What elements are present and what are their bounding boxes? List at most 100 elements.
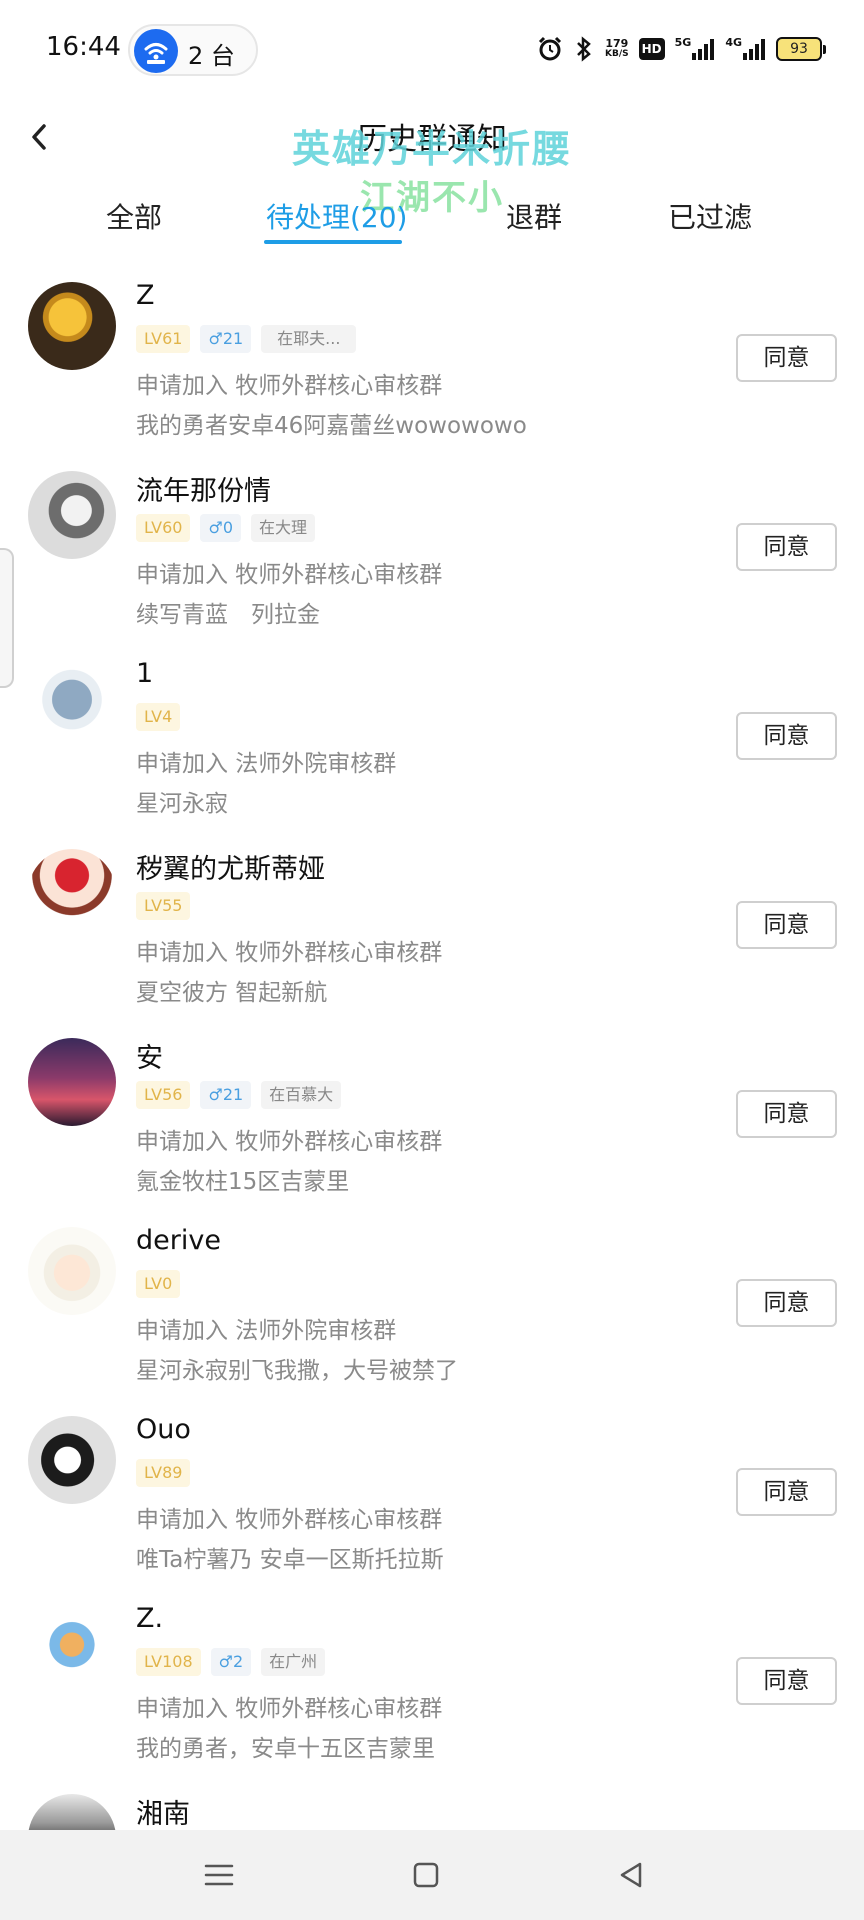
request-message: 唯Ta柠薯乃 安卓一区斯托拉斯 — [136, 1547, 444, 1573]
list-item: 秽翼的尤斯蒂娅 LV55 申请加入 牧师外群核心审核群 夏空彼方 智起新航 同意 — [0, 837, 864, 1026]
system-nav-bar — [0, 1830, 864, 1920]
location-badge: 在百慕大 — [261, 1081, 342, 1109]
request-text: 申请加入 牧师外群核心审核群 — [136, 373, 443, 399]
level-badge: LV108 — [136, 1648, 201, 1676]
request-message: 我的勇者，安卓十五区吉蒙里 — [136, 1736, 435, 1762]
list-item: Ouo LV89 申请加入 牧师外群核心审核群 唯Ta柠薯乃 安卓一区斯托拉斯 … — [0, 1404, 864, 1593]
net2-label: 4G — [725, 36, 742, 49]
agree-button[interactable]: 同意 — [736, 1468, 837, 1516]
request-message: 续写青蓝 列拉金 — [136, 602, 320, 628]
user-tags: LV4 — [136, 703, 181, 731]
avatar[interactable] — [28, 1038, 116, 1126]
user-name[interactable]: 流年那份情 — [136, 469, 271, 508]
agree-button[interactable]: 同意 — [736, 523, 837, 571]
level-badge: LV56 — [136, 1081, 191, 1109]
request-text: 申请加入 牧师外群核心审核群 — [136, 1696, 443, 1722]
list-item: 流年那份情 LV60 ♂0 在大理 申请加入 牧师外群核心审核群 续写青蓝 列拉… — [0, 459, 864, 648]
level-badge: LV61 — [136, 325, 191, 353]
gender-age-badge: ♂21 — [200, 1081, 252, 1109]
request-message: 星河永寂 — [136, 791, 228, 817]
alarm-icon — [537, 36, 563, 62]
location-badge: 在耶夫... — [261, 325, 357, 353]
hd-icon: HD — [638, 38, 665, 60]
avatar[interactable] — [28, 1227, 116, 1315]
user-name[interactable]: 秽翼的尤斯蒂娅 — [136, 847, 325, 886]
avatar[interactable] — [28, 849, 116, 937]
agree-button[interactable]: 同意 — [736, 1657, 837, 1705]
bluetooth-icon — [573, 36, 595, 62]
avatar[interactable] — [28, 471, 116, 559]
status-bar: 16:44 2 台 179 KB/S HD 5G 4G 93 — [0, 0, 864, 100]
list-item: Z LV61 ♂21 在耶夫... 申请加入 牧师外群核心审核群 我的勇者安卓4… — [0, 270, 864, 459]
home-icon — [413, 1862, 439, 1888]
level-badge: LV0 — [136, 1270, 181, 1298]
overlay-text-1: 英雄乃半米折腰 — [291, 127, 572, 171]
tab-pending[interactable]: 待处理(20) — [266, 196, 407, 236]
level-badge: LV4 — [136, 703, 181, 731]
location-badge: 在大理 — [251, 514, 316, 542]
hotspot-icon — [134, 29, 178, 73]
home-button[interactable] — [403, 1852, 449, 1898]
gender-age-badge: ♂0 — [200, 514, 241, 542]
user-name[interactable]: derive — [136, 1225, 221, 1256]
request-message: 氪金牧柱15区吉蒙里 — [136, 1169, 350, 1195]
user-name[interactable]: Ouo — [136, 1414, 191, 1445]
header: 历史群通知 英雄乃半米折腰 江湖不小 — [0, 100, 864, 218]
tab-all[interactable]: 全部 — [106, 196, 162, 236]
avatar[interactable] — [28, 1605, 116, 1693]
request-text: 申请加入 牧师外群核心审核群 — [136, 562, 443, 588]
user-name[interactable]: Z. — [136, 1603, 163, 1634]
signal-icon: 5G — [675, 36, 716, 62]
menu-button[interactable] — [196, 1852, 242, 1898]
list-item: Z. LV108 ♂2 在广州 申请加入 牧师外群核心审核群 我的勇者，安卓十五… — [0, 1593, 864, 1782]
user-name[interactable]: 湘南 — [136, 1792, 190, 1831]
request-text: 申请加入 牧师外群核心审核群 — [136, 1129, 443, 1155]
avatar[interactable] — [28, 282, 116, 370]
agree-button[interactable]: 同意 — [736, 1279, 837, 1327]
triangle-back-icon — [620, 1862, 642, 1888]
user-tags: LV56 ♂21 在百慕大 — [136, 1081, 342, 1109]
user-tags: LV108 ♂2 在广州 — [136, 1648, 326, 1676]
request-message: 我的勇者安卓46阿嘉蕾丝wowowowo — [136, 413, 527, 439]
agree-button[interactable]: 同意 — [736, 712, 837, 760]
level-badge: LV89 — [136, 1459, 191, 1487]
hotspot-indicator[interactable]: 2 台 — [128, 24, 258, 76]
net1-label: 5G — [674, 36, 692, 49]
user-name[interactable]: 1 — [136, 658, 153, 689]
location-badge: 在广州 — [261, 1648, 326, 1676]
tab-bar: 全部 待处理(20) 退群 已过滤 — [0, 196, 864, 250]
tab-left-group[interactable]: 退群 — [506, 196, 562, 236]
agree-button[interactable]: 同意 — [736, 1090, 837, 1138]
signal-icon-2: 4G — [725, 36, 766, 62]
battery-icon: 93 — [776, 37, 826, 61]
user-tags: LV55 — [136, 892, 191, 920]
net-speed: 179 KB/S — [605, 36, 629, 62]
gender-age-badge: ♂2 — [210, 1648, 252, 1676]
agree-button[interactable]: 同意 — [736, 901, 837, 949]
status-time: 16:44 — [46, 32, 121, 62]
list-item: derive LV0 申请加入 法师外院审核群 星河永寂别飞我撒，大号被禁了 同… — [0, 1215, 864, 1404]
agree-button[interactable]: 同意 — [736, 334, 837, 382]
status-icons: 179 KB/S HD 5G 4G 93 — [537, 34, 826, 64]
request-text: 申请加入 法师外院审核群 — [136, 751, 397, 777]
user-tags: LV0 — [136, 1270, 181, 1298]
request-text: 申请加入 法师外院审核群 — [136, 1318, 397, 1344]
request-text: 申请加入 牧师外群核心审核群 — [136, 1507, 443, 1533]
tab-active-indicator — [264, 240, 402, 244]
user-tags: LV60 ♂0 在大理 — [136, 514, 316, 542]
user-name[interactable]: 安 — [136, 1036, 163, 1075]
gender-age-badge: ♂21 — [200, 325, 252, 353]
user-name[interactable]: Z — [136, 280, 155, 311]
avatar[interactable] — [28, 1416, 116, 1504]
avatar[interactable] — [28, 660, 116, 748]
system-back-button[interactable] — [608, 1852, 654, 1898]
request-message: 夏空彼方 智起新航 — [136, 980, 328, 1006]
level-badge: LV60 — [136, 514, 191, 542]
level-badge: LV55 — [136, 892, 191, 920]
net-speed-unit: KB/S — [605, 49, 629, 59]
hotspot-count: 2 台 — [188, 42, 235, 70]
menu-icon — [204, 1864, 234, 1886]
list-item: 湘南 — [0, 1782, 864, 1842]
tab-filtered[interactable]: 已过滤 — [668, 196, 752, 236]
list-item: 1 LV4 申请加入 法师外院审核群 星河永寂 同意 — [0, 648, 864, 837]
